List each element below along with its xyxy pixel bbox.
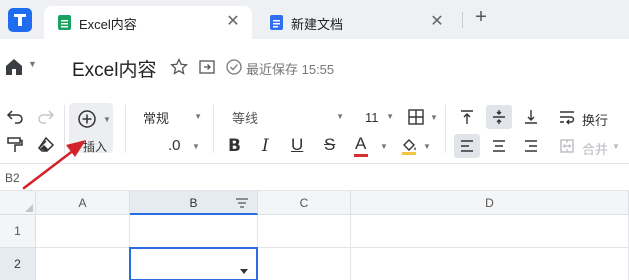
align-top-icon[interactable]	[456, 106, 478, 128]
sheet-icon	[58, 15, 71, 30]
chevron-down-icon[interactable]: ▼	[28, 59, 37, 69]
chevron-down-icon: ▼	[386, 112, 394, 121]
align-center-icon[interactable]	[488, 135, 510, 157]
close-icon[interactable]: ✕	[224, 13, 242, 31]
clear-format-icon[interactable]	[35, 135, 57, 155]
redo-icon[interactable]	[35, 106, 57, 126]
home-icon[interactable]	[4, 57, 24, 77]
cell-reference[interactable]: B2	[5, 171, 20, 185]
merge-cells-icon[interactable]	[556, 135, 578, 157]
tab-title: Excel内容	[79, 17, 137, 32]
formula-bar: B2	[0, 164, 629, 191]
font-color-button[interactable]: A	[355, 134, 366, 154]
cell-a1[interactable]	[36, 215, 130, 248]
format-painter-icon[interactable]	[4, 135, 26, 155]
document-header: ▼ Excel内容 最近保存 15:55	[0, 39, 629, 97]
align-right-icon[interactable]	[520, 135, 542, 157]
chevron-down-icon: ▼	[103, 115, 111, 124]
align-middle-icon	[488, 106, 510, 128]
insert-label: 插入	[83, 140, 108, 154]
column-header-d[interactable]: D	[351, 191, 629, 215]
cell-d1[interactable]	[351, 215, 629, 248]
toolbar-separator	[445, 105, 446, 153]
star-icon[interactable]	[170, 57, 188, 76]
bold-button[interactable]: B	[228, 136, 241, 156]
chevron-down-icon[interactable]: ▼	[430, 113, 438, 122]
font-color-swatch	[354, 154, 368, 157]
italic-button[interactable]: I	[262, 136, 269, 156]
chevron-down-icon: ▼	[194, 112, 202, 121]
browser-tab-bar: Excel内容 ✕ 新建文档 ✕ +	[0, 0, 629, 39]
chevron-down-icon[interactable]: ▼	[612, 142, 620, 151]
dropdown-caret-icon[interactable]	[240, 269, 248, 274]
row-header-1[interactable]: 1	[0, 215, 36, 248]
align-left-icon	[456, 135, 478, 157]
tab-divider	[462, 12, 463, 28]
filter-icon[interactable]	[234, 196, 250, 210]
toolbar-separator	[213, 105, 214, 153]
close-icon[interactable]: ✕	[428, 13, 446, 31]
select-all-corner[interactable]	[0, 191, 36, 215]
strikethrough-button[interactable]: S	[324, 135, 335, 155]
move-to-folder-icon[interactable]	[198, 58, 216, 76]
app-logo-icon[interactable]	[8, 8, 32, 32]
borders-icon[interactable]	[405, 106, 427, 128]
underline-button[interactable]: U	[291, 135, 303, 155]
number-format-value: 常规	[143, 110, 170, 126]
doc-icon	[270, 15, 283, 30]
tab-excel-content[interactable]: Excel内容 ✕	[44, 6, 252, 39]
tab-new-document[interactable]: 新建文档 ✕	[256, 6, 456, 39]
row-header-2[interactable]: 2	[0, 248, 36, 280]
cell-c2[interactable]	[258, 248, 351, 280]
cell-c1[interactable]	[258, 215, 351, 248]
wrap-text-icon[interactable]	[556, 106, 578, 128]
document-title[interactable]: Excel内容	[72, 55, 156, 82]
tab-title: 新建文档	[291, 17, 344, 32]
toolbar-separator	[64, 105, 65, 153]
number-format-select[interactable]: 常规 ▼	[138, 106, 206, 128]
fill-color-icon[interactable]	[398, 135, 420, 157]
align-bottom-icon[interactable]	[520, 106, 542, 128]
new-tab-button[interactable]: +	[470, 6, 492, 30]
insert-plus-icon	[76, 108, 98, 130]
cell-b1[interactable]	[130, 215, 258, 248]
cell-b2-selected[interactable]	[129, 247, 258, 280]
column-header-label: B	[189, 196, 198, 210]
font-size-value: 11	[365, 109, 379, 125]
column-header-a[interactable]: A	[36, 191, 130, 215]
decimal-places-button[interactable]: .0	[168, 137, 181, 154]
chevron-down-icon[interactable]: ▼	[192, 142, 200, 151]
font-family-select[interactable]: 等线 ▼	[227, 106, 348, 128]
column-header-c[interactable]: C	[258, 191, 351, 215]
chevron-down-icon: ▼	[336, 112, 344, 121]
ribbon-toolbar: ▼ 插入 常规 ▼ .0 ▼ 等线 ▼ 11 ▼ ▼ B I U S A ▼ ▼	[0, 97, 629, 164]
font-size-select[interactable]: 11 ▼	[360, 106, 398, 128]
merge-cells-label[interactable]: 合并	[582, 139, 608, 158]
toolbar-separator	[125, 105, 126, 153]
chevron-down-icon[interactable]: ▼	[380, 142, 388, 151]
chevron-down-icon[interactable]: ▼	[423, 142, 431, 151]
font-family-value: 等线	[232, 110, 259, 126]
cell-a2[interactable]	[36, 248, 130, 280]
spreadsheet-grid: A B C D 1 2	[0, 191, 629, 280]
saved-check-icon	[225, 58, 243, 76]
save-status: 最近保存 15:55	[246, 62, 335, 77]
cell-d2[interactable]	[351, 248, 629, 280]
wrap-text-label[interactable]: 换行	[582, 110, 608, 129]
undo-icon[interactable]	[4, 106, 26, 126]
